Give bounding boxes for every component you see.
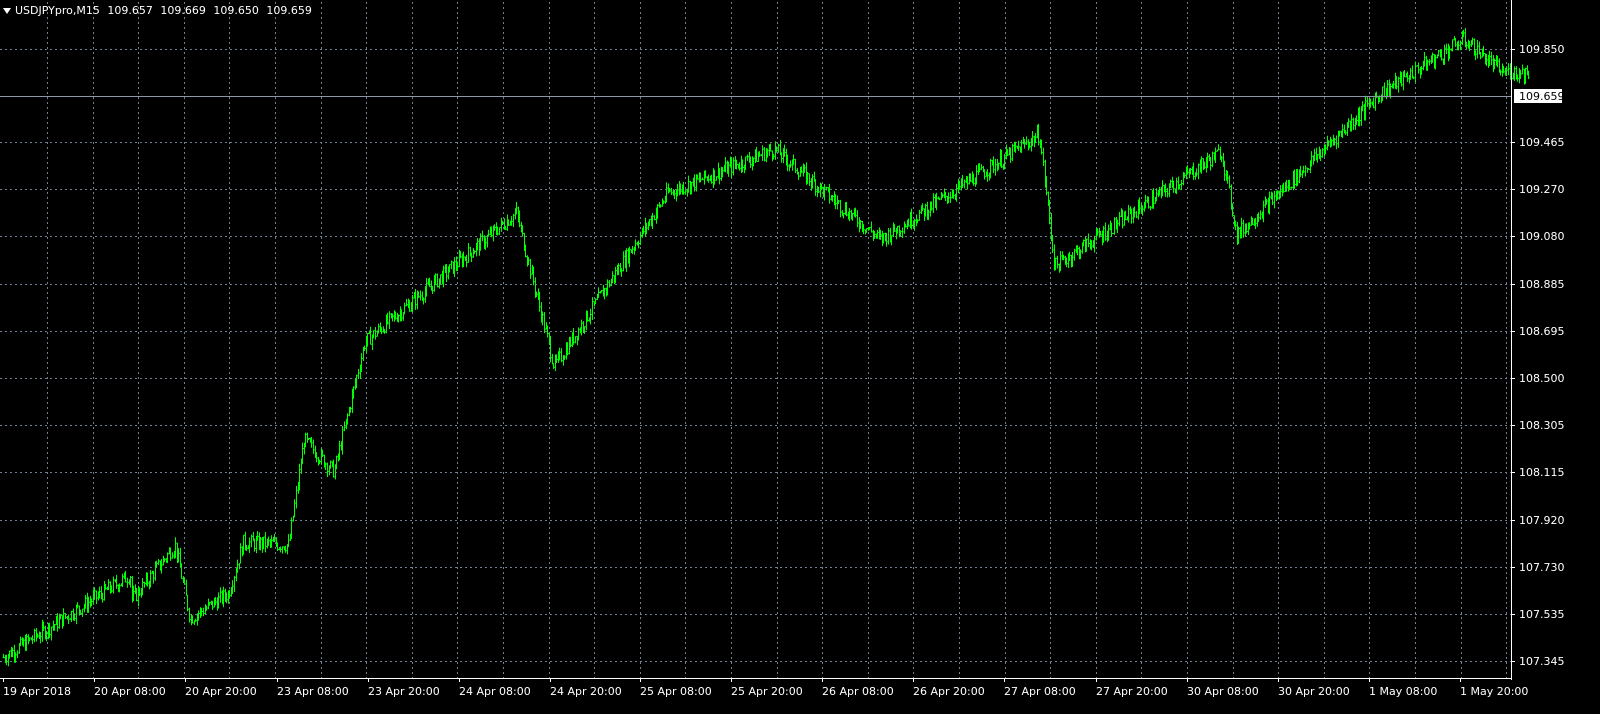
low-price: 109.650 (213, 4, 259, 17)
open-price: 109.657 (107, 4, 153, 17)
chart-window: 109.659 109.850 109.465 109.270 109.080 108.… (0, 0, 1600, 714)
close-price: 109.659 (266, 4, 312, 17)
chart-canvas[interactable] (0, 0, 1545, 692)
symbol-timeframe: USDJPYpro,M15 (15, 4, 100, 17)
symbol-dropdown-icon[interactable] (3, 8, 11, 14)
time-axis-strip[interactable] (0, 692, 1545, 714)
chart-header: USDJPYpro,M15 109.657 109.669 109.650 10… (3, 3, 316, 19)
high-price: 109.669 (160, 4, 206, 17)
